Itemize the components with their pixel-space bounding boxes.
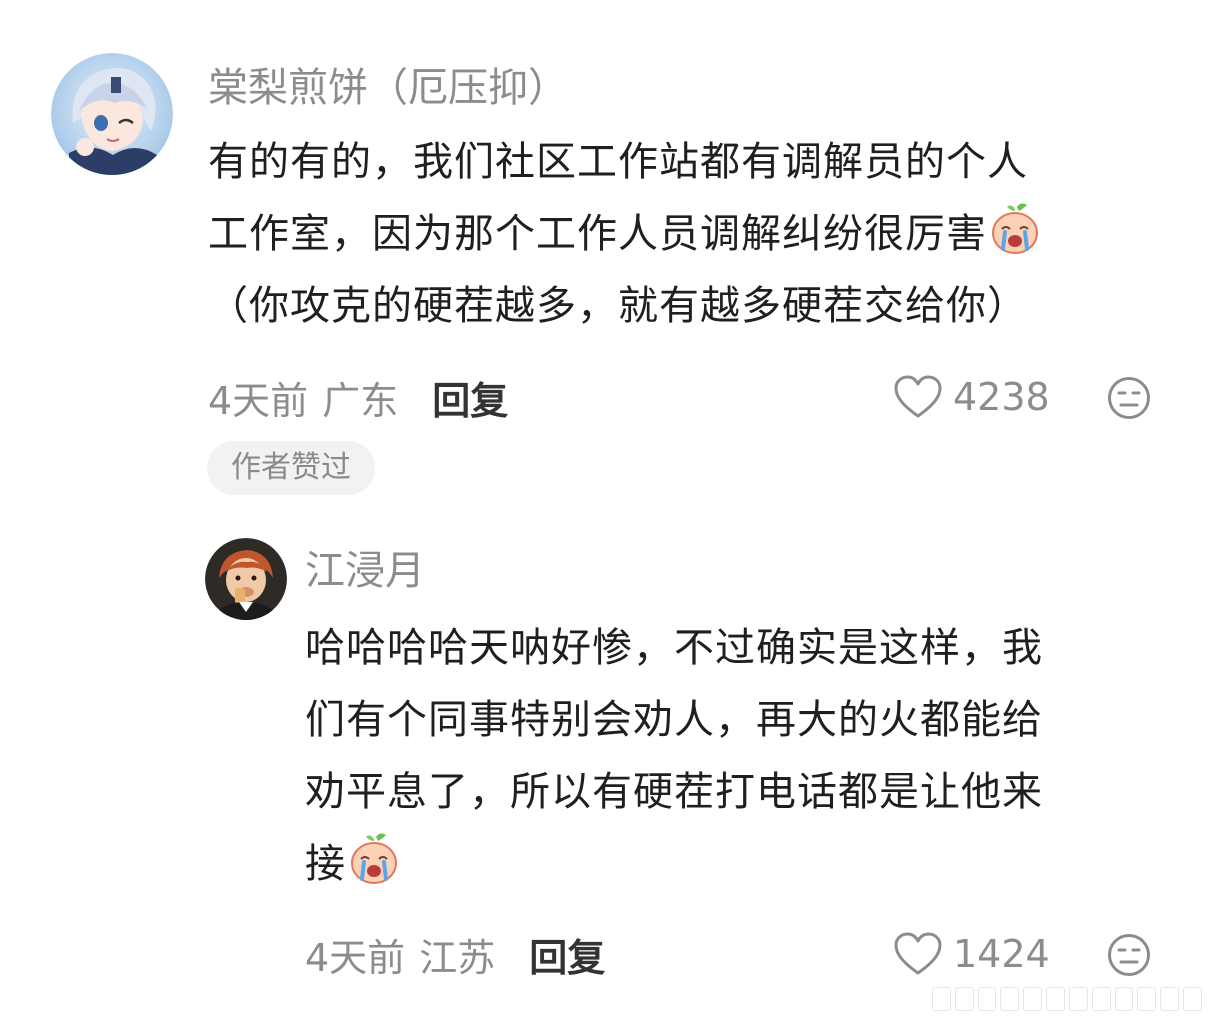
reply-button[interactable]: 回复: [432, 370, 508, 425]
like-count: 1424: [953, 932, 1050, 976]
comment-line: 工作室，因为那个工作人员调解纠纷很厉害: [208, 211, 987, 257]
watermark-cell: [1068, 987, 1088, 1011]
reply-line: 哈哈哈哈天呐好惨，不过确实是这样，我: [305, 625, 1043, 671]
commenter-avatar[interactable]: [51, 53, 173, 175]
author-liked-badge: 作者赞过: [207, 441, 375, 495]
comment-line: （你攻克的硬茬越多，就有越多硬茬交给你）: [208, 283, 1028, 329]
comment-line-with-emoji: 工作室，因为那个工作人员调解纠纷很厉害: [208, 198, 1158, 270]
meh-face-icon[interactable]: [1107, 933, 1151, 977]
watermark-cell: [1091, 987, 1111, 1011]
reply-location: 江苏: [419, 935, 496, 980]
watermark-cell: [1114, 987, 1134, 1011]
watermark-cell: [1000, 987, 1020, 1011]
watermark-strip: [932, 987, 1202, 1011]
comment-location: 广东: [322, 378, 399, 423]
watermark-cell: [1023, 987, 1043, 1011]
watermark-cell: [1183, 987, 1202, 1011]
reply-body: 哈哈哈哈天呐好惨，不过确实是这样，我 们有个同事特别会劝人，再大的火都能给 劝平…: [305, 612, 1155, 900]
heart-icon[interactable]: [893, 931, 943, 977]
reply-line: 劝平息了，所以有硬茬打电话都是让他来: [305, 769, 1043, 815]
replier-username[interactable]: 江浸月: [305, 547, 425, 595]
watermark-cell: [977, 987, 997, 1011]
reply-time: 4天前: [305, 935, 406, 980]
like-count: 4238: [953, 375, 1050, 419]
comment-body: 有的有的，我们社区工作站都有调解员的个人 工作室，因为那个工作人员调解纠纷很厉害…: [208, 126, 1158, 342]
watermark-cell: [1137, 987, 1157, 1011]
crying-peach-emoji-icon: [992, 203, 1038, 254]
comment-time: 4天前: [208, 378, 309, 423]
reply-line: 们有个同事特别会劝人，再大的火都能给: [305, 697, 1043, 743]
watermark-cell: [932, 987, 951, 1011]
like-button[interactable]: 1424: [893, 930, 1050, 978]
comment-line: 有的有的，我们社区工作站都有调解员的个人: [208, 139, 1028, 185]
comment-meta: 4天前 广东 回复: [208, 373, 508, 423]
reply-button[interactable]: 回复: [529, 927, 605, 982]
crying-peach-emoji-icon: [351, 833, 397, 884]
replier-avatar[interactable]: [205, 538, 287, 620]
watermark-cell: [1160, 987, 1180, 1011]
like-button[interactable]: 4238: [893, 373, 1050, 421]
heart-icon[interactable]: [893, 374, 943, 420]
commenter-username[interactable]: 棠梨煎饼（厄压抑）: [208, 64, 568, 112]
watermark-cell: [1046, 987, 1065, 1011]
reply-meta: 4天前 江苏 回复: [305, 930, 605, 980]
reply-line: 接: [305, 841, 346, 887]
meh-face-icon[interactable]: [1107, 376, 1151, 420]
reply-line-with-emoji: 接: [305, 828, 1155, 900]
watermark-cell: [954, 987, 974, 1011]
